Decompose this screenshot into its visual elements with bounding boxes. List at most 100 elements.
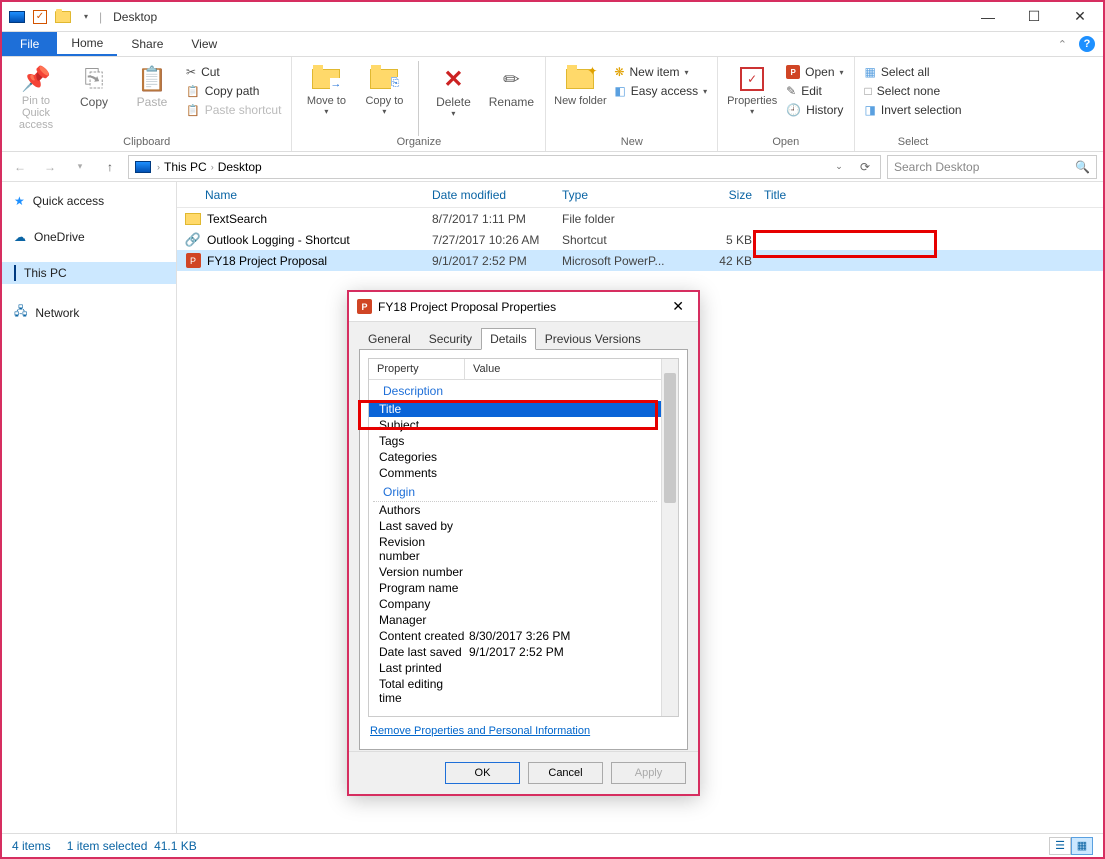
breadcrumb-thispc[interactable]: This PC [164, 160, 207, 174]
minimize-button[interactable]: — [965, 2, 1011, 32]
prop-row[interactable]: Last saved by [369, 518, 661, 534]
tab-home[interactable]: Home [57, 32, 117, 56]
col-title[interactable]: Title [752, 188, 937, 202]
easy-access-icon: ◧ [614, 84, 625, 98]
tab-view[interactable]: View [177, 32, 231, 56]
maximize-button[interactable]: ☐ [1011, 2, 1057, 32]
scrollbar[interactable] [661, 359, 678, 716]
qa-dropdown-icon[interactable]: ▾ [76, 7, 96, 27]
file-menu[interactable]: File [2, 32, 57, 56]
properties-button[interactable]: Properties▾ [724, 61, 780, 116]
prop-row[interactable]: Manager [369, 612, 661, 628]
prop-row[interactable]: Last printed [369, 660, 661, 676]
help-icon[interactable]: ? [1079, 36, 1095, 52]
sidebar-item-thispc[interactable]: This PC [2, 262, 176, 284]
pin-to-quick-access-button[interactable]: 📌 Pin to Quick access [8, 61, 64, 131]
search-input[interactable]: Search Desktop 🔍 [887, 155, 1097, 179]
col-type[interactable]: Type [562, 188, 682, 202]
new-item-button[interactable]: ❋New item ▾ [610, 64, 711, 80]
group-organize-label: Organize [298, 136, 539, 150]
col-name[interactable]: Name [177, 188, 432, 202]
prop-row[interactable]: Categories [369, 449, 661, 465]
tab-general[interactable]: General [359, 328, 420, 350]
ribbon: 📌 Pin to Quick access ⎘ Copy 📋 Paste Cut… [2, 57, 1103, 152]
open-button[interactable]: POpen ▾ [782, 64, 847, 80]
col-date[interactable]: Date modified [432, 188, 562, 202]
select-all-button[interactable]: ▦Select all [861, 64, 966, 80]
nav-sidebar: ★Quick access ☁OneDrive This PC 🖧Network [2, 182, 177, 833]
new-folder-button[interactable]: ✦ New folder [552, 61, 608, 107]
chevron-right-icon[interactable]: › [211, 162, 214, 172]
prop-row[interactable]: Program name [369, 580, 661, 596]
tab-share[interactable]: Share [117, 32, 177, 56]
qa-check-icon[interactable]: ✓ [30, 7, 50, 27]
select-none-button[interactable]: □Select none [861, 83, 966, 99]
dialog-body: Property Value Description Title Subject… [359, 349, 688, 750]
prop-header-value[interactable]: Value [465, 359, 661, 379]
delete-icon: ✕ [437, 63, 469, 95]
copy-button[interactable]: ⎘ Copy [66, 61, 122, 109]
nav-forward-button[interactable]: → [38, 155, 62, 179]
cancel-button[interactable]: Cancel [528, 762, 603, 784]
ok-button[interactable]: OK [445, 762, 520, 784]
delete-button[interactable]: ✕ Delete▾ [425, 61, 481, 118]
collapse-ribbon-icon[interactable]: ⌃ [1058, 38, 1067, 51]
close-button[interactable]: ✕ [1057, 2, 1103, 32]
prop-row[interactable]: Company [369, 596, 661, 612]
prop-row-title[interactable]: Title [369, 401, 661, 417]
scissors-icon [186, 65, 196, 79]
paste-shortcut-button[interactable]: Paste shortcut [182, 102, 285, 118]
prop-row[interactable]: Content created8/30/2017 3:26 PM [369, 628, 661, 644]
easy-access-button[interactable]: ◧Easy access ▾ [610, 83, 711, 99]
edit-button[interactable]: ✎Edit [782, 83, 847, 99]
breadcrumb-desktop[interactable]: Desktop [218, 160, 262, 174]
addr-dropdown-icon[interactable]: ⌄ [828, 161, 850, 172]
nav-back-button[interactable]: ← [8, 155, 32, 179]
copy-path-button[interactable]: Copy path [182, 83, 285, 99]
ribbon-tabs: File Home Share View ⌃ ? [2, 32, 1103, 57]
prop-row[interactable]: Tags [369, 433, 661, 449]
refresh-icon[interactable]: ⟳ [854, 160, 876, 174]
rename-button[interactable]: ✏ Rename [483, 61, 539, 109]
sidebar-item-network[interactable]: 🖧Network [2, 298, 176, 327]
history-button[interactable]: 🕘History [782, 102, 847, 118]
col-size[interactable]: Size [682, 188, 752, 202]
prop-row[interactable]: Authors [369, 502, 661, 518]
pc-icon [14, 266, 16, 280]
prop-row[interactable]: Subject [369, 417, 661, 433]
file-row-selected[interactable]: PFY18 Project Proposal 9/1/2017 2:52 PM … [177, 250, 1103, 271]
cut-button[interactable]: Cut [182, 64, 285, 80]
select-none-icon: □ [865, 84, 872, 98]
prop-row[interactable]: Comments [369, 465, 661, 481]
prop-row[interactable]: Total editing time [369, 676, 661, 706]
copy-to-button[interactable]: Copy to▾ [356, 61, 412, 116]
status-item-count: 4 items [12, 839, 51, 853]
address-bar-row: ← → ▾ ↑ › This PC › Desktop ⌄ ⟳ Search D… [2, 152, 1103, 182]
move-to-button[interactable]: Move to▾ [298, 61, 354, 116]
view-details-button[interactable]: ☰ [1049, 837, 1071, 855]
search-icon[interactable]: 🔍 [1075, 160, 1090, 174]
nav-up-button[interactable]: ↑ [98, 155, 122, 179]
invert-selection-button[interactable]: ◨Invert selection [861, 102, 966, 118]
view-large-button[interactable]: ▦ [1071, 837, 1093, 855]
sidebar-item-onedrive[interactable]: ☁OneDrive [2, 226, 176, 248]
tab-previous-versions[interactable]: Previous Versions [536, 328, 650, 350]
address-bar[interactable]: › This PC › Desktop ⌄ ⟳ [128, 155, 881, 179]
apply-button[interactable]: Apply [611, 762, 686, 784]
tab-details[interactable]: Details [481, 328, 536, 350]
nav-recent-button[interactable]: ▾ [68, 155, 92, 179]
dialog-close-button[interactable]: ✕ [666, 296, 690, 317]
remove-properties-link[interactable]: Remove Properties and Personal Informati… [368, 717, 679, 741]
sidebar-item-quick-access[interactable]: ★Quick access [2, 190, 176, 212]
file-row[interactable]: 🔗Outlook Logging - Shortcut 7/27/2017 10… [177, 229, 1103, 250]
tab-security[interactable]: Security [420, 328, 481, 350]
prop-row[interactable]: Version number [369, 564, 661, 580]
file-row[interactable]: TextSearch 8/7/2017 1:11 PM File folder [177, 208, 1103, 229]
paste-button[interactable]: 📋 Paste [124, 61, 180, 109]
titlebar: ✓ ▾ | Desktop — ☐ ✕ [2, 2, 1103, 32]
column-headers[interactable]: Name Date modified Type Size Title [177, 182, 1103, 208]
prop-row[interactable]: Date last saved9/1/2017 2:52 PM [369, 644, 661, 660]
prop-header-property[interactable]: Property [369, 359, 465, 379]
prop-row[interactable]: Revision number [369, 534, 661, 564]
chevron-right-icon[interactable]: › [157, 162, 160, 172]
